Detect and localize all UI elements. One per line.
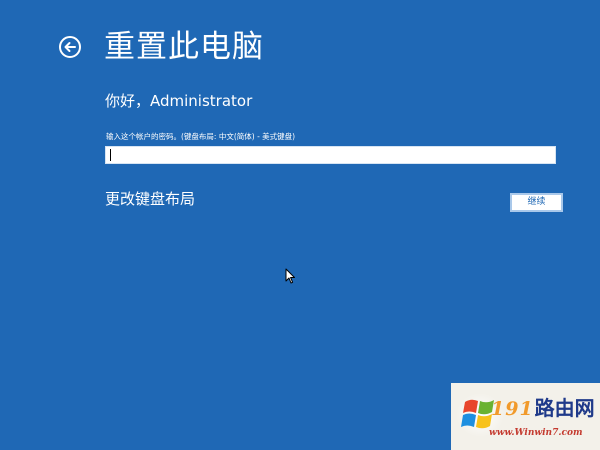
reset-pc-screen: 重置此电脑 你好，Administrator 输入这个帐户的密码。(键盘布局: … (0, 0, 600, 450)
continue-button[interactable]: 继续 (510, 193, 563, 212)
change-keyboard-layout-link[interactable]: 更改键盘布局 (105, 189, 195, 209)
back-button[interactable] (58, 35, 82, 59)
watermark-name: 路由网 (534, 396, 595, 420)
password-label: 输入这个帐户的密码。(键盘布局: 中文(简体) - 美式键盘) (106, 132, 296, 141)
back-arrow-icon (59, 36, 81, 58)
account-greeting: 你好，Administrator (105, 92, 253, 110)
page-title: 重置此电脑 (104, 29, 264, 65)
text-caret (110, 149, 111, 161)
watermark-brand: 191路由网 (491, 396, 595, 422)
watermark-number: 191 (491, 398, 534, 420)
mouse-pointer-icon (285, 268, 295, 284)
watermark-url: www.Winwin7.com (489, 428, 583, 438)
site-watermark: 191路由网 www.Winwin7.com (451, 383, 600, 450)
password-input[interactable] (105, 146, 556, 164)
